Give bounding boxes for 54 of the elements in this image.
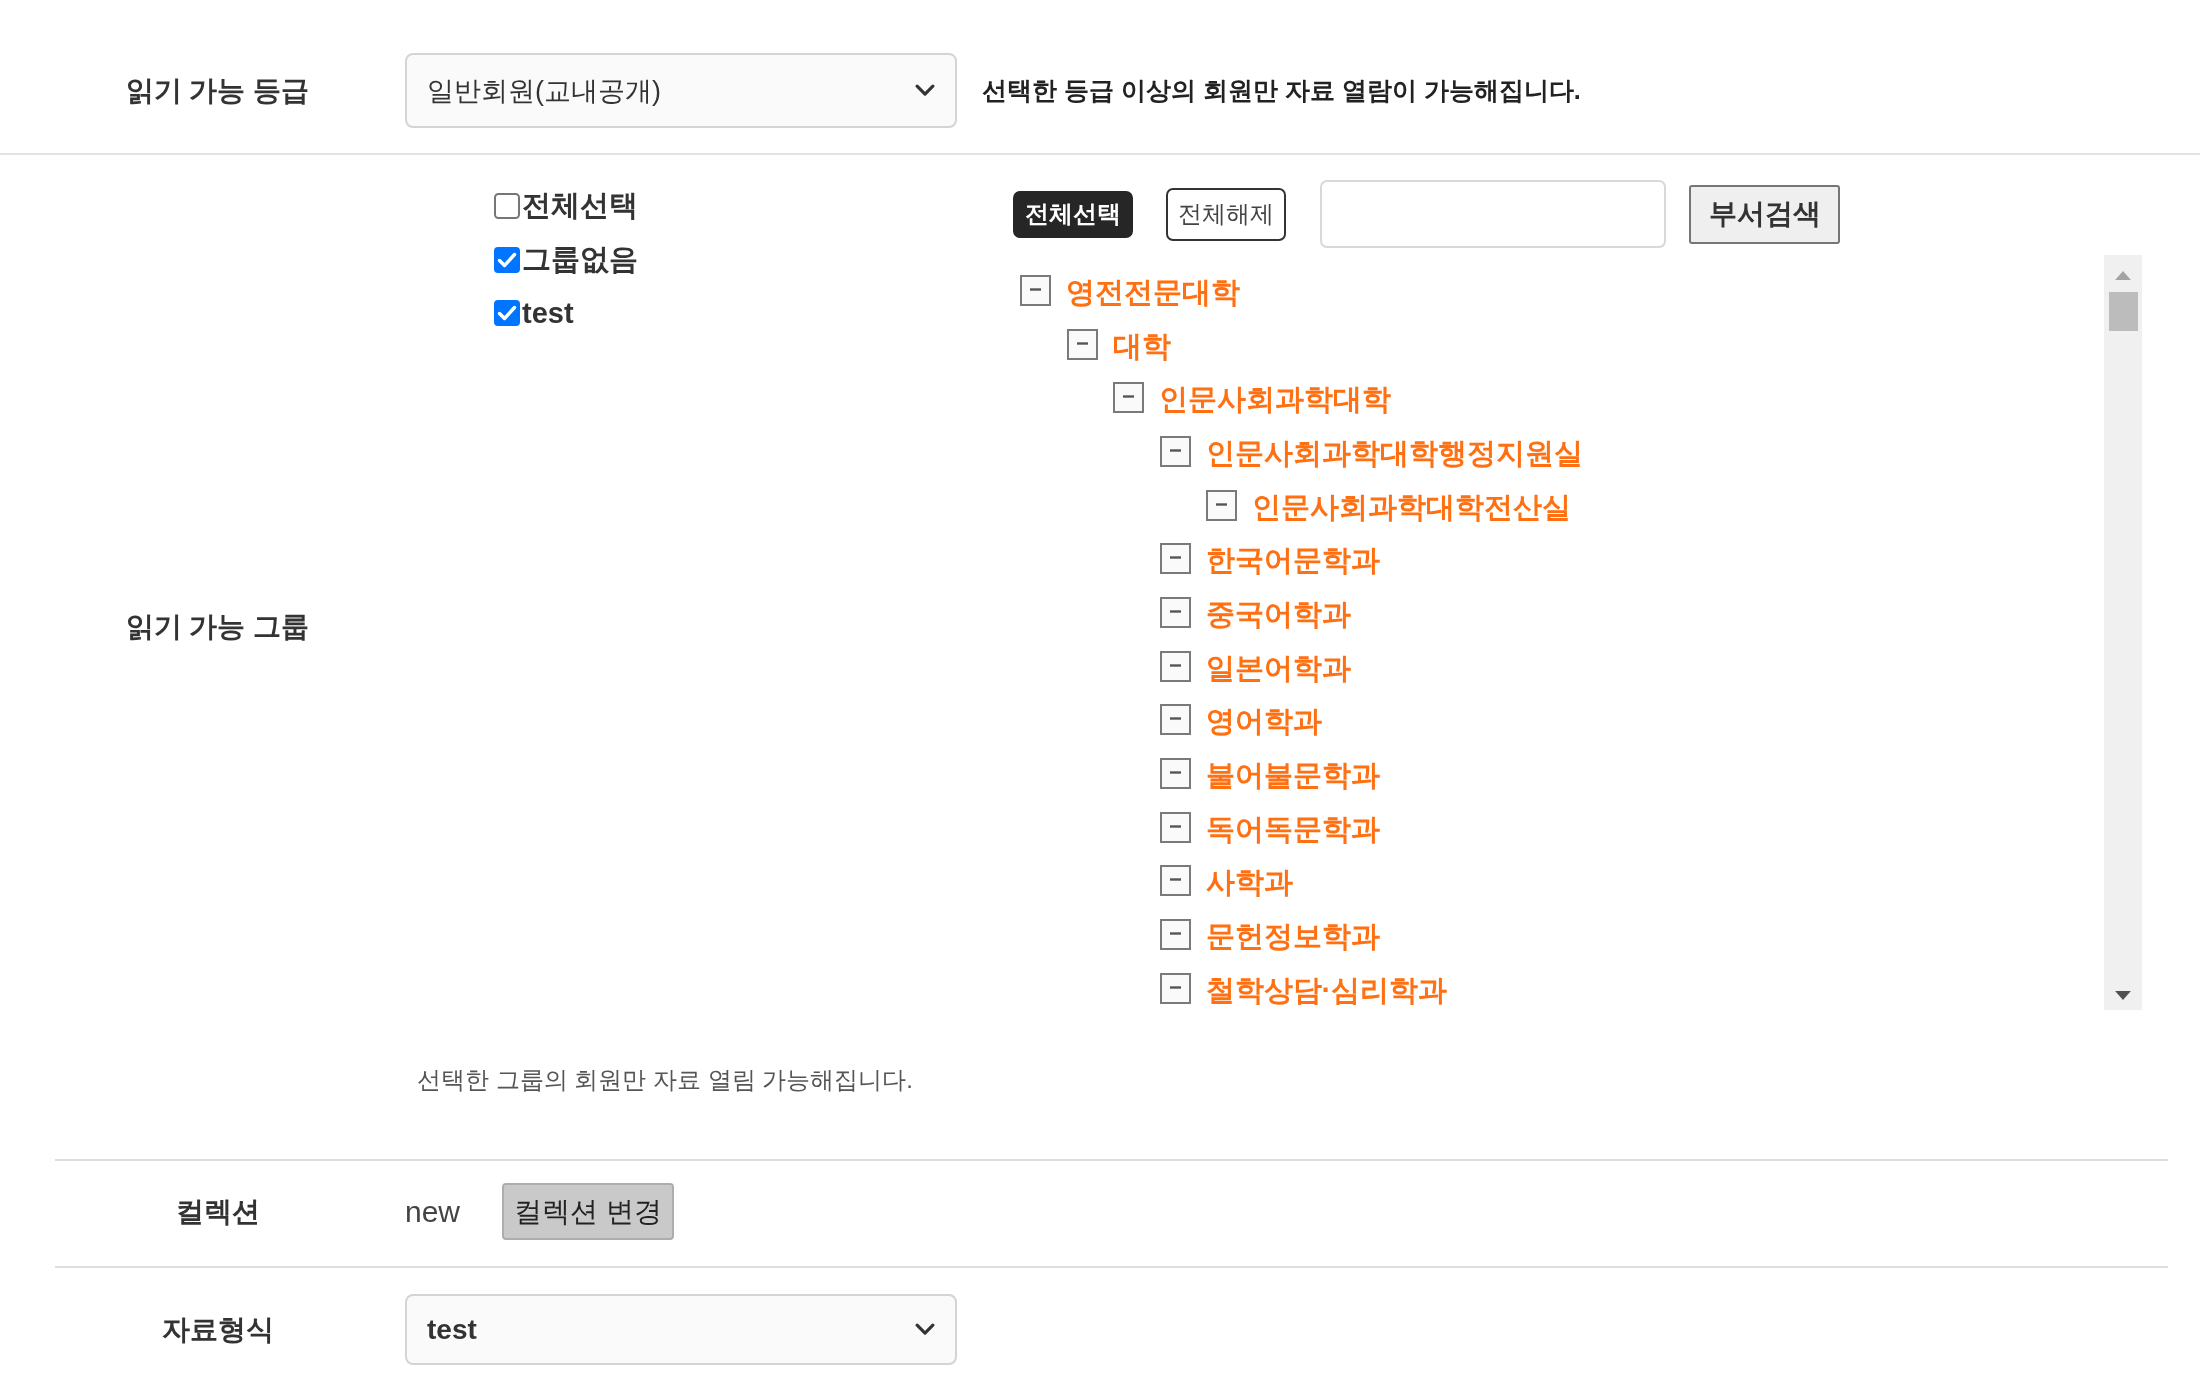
department-node[interactable]: 사학과 [1205,863,1293,904]
group-hint: 선택한 그룹의 회원만 자료 열림 가능해집니다. [417,1065,913,1095]
collapse-icon[interactable] [1159,596,1191,628]
grade-select[interactable]: 일반회원(교내공개) [405,53,957,128]
collapse-icon[interactable] [1159,972,1191,1004]
department-node[interactable]: 불어불문학과 [1205,756,1380,797]
scroll-up-icon[interactable] [2115,271,2131,280]
department-node[interactable]: 인문사회과학대학 [1159,380,1391,421]
checkbox[interactable] [494,246,520,273]
grade-description: 선택한 등급 이상의 회원만 자료 열람이 가능해집니다. [982,75,1581,106]
collapse-icon[interactable] [1020,274,1051,306]
format-select[interactable]: test [405,1294,957,1365]
department-node[interactable]: 독어독문학과 [1205,809,1380,850]
scrollbar[interactable] [2104,255,2142,1010]
department-node[interactable]: 영전전문대학 [1066,272,1240,313]
collection-label: 컬렉션 [175,1194,260,1229]
department-node[interactable]: 인문사회과학대학행정지원실 [1205,433,1583,474]
collection-value: new [405,1194,461,1229]
department-node[interactable]: 영어학과 [1205,702,1322,743]
department-node[interactable]: 일본어학과 [1205,648,1351,689]
checkbox-label[interactable]: test [522,296,574,330]
checkbox[interactable] [494,192,520,219]
grade-label: 읽기 가능 등급 [125,73,310,108]
department-node[interactable]: 대학 [1112,326,1171,367]
collapse-icon[interactable] [1159,865,1191,897]
tree-select-button[interactable]: 전체해제 [1166,187,1286,241]
scroll-down-icon[interactable] [2115,991,2131,1000]
checkbox-label[interactable]: 전체선택 [522,185,638,226]
department-node[interactable]: 철학상담·심리학과 [1205,970,1448,1011]
chevron-down-icon[interactable] [915,84,935,97]
collapse-icon[interactable] [1159,650,1191,682]
collapse-icon[interactable] [1159,543,1191,575]
department-node[interactable]: 인문사회과학대학전산실 [1252,487,1571,528]
collapse-icon[interactable] [1113,382,1144,414]
collapse-icon[interactable] [1066,328,1098,360]
scroll-thumb[interactable] [2108,292,2138,331]
collapse-icon[interactable] [1159,758,1191,790]
collapse-icon[interactable] [1206,489,1237,521]
checkbox[interactable] [494,300,520,327]
group-label: 읽기 가능 그룹 [125,609,310,644]
department-node[interactable]: 한국어문학과 [1205,541,1380,582]
change-collection-button[interactable]: 컬렉션 변경 [502,1183,674,1240]
checkbox-label[interactable]: 그룹없음 [522,239,638,280]
chevron-down-icon[interactable] [915,1323,935,1336]
collapse-icon[interactable] [1159,704,1191,736]
department-node[interactable]: 문헌정보학과 [1205,917,1380,958]
collapse-icon[interactable] [1159,435,1191,467]
department-search-field[interactable] [1320,180,1666,248]
collapse-icon[interactable] [1159,919,1191,951]
collapse-icon[interactable] [1159,811,1191,843]
format-label: 자료형식 [161,1312,274,1347]
tree-select-button[interactable]: 전체선택 [1013,190,1133,238]
department-search-button[interactable]: 부서검색 [1689,184,1840,244]
department-node[interactable]: 중국어학과 [1205,594,1351,635]
